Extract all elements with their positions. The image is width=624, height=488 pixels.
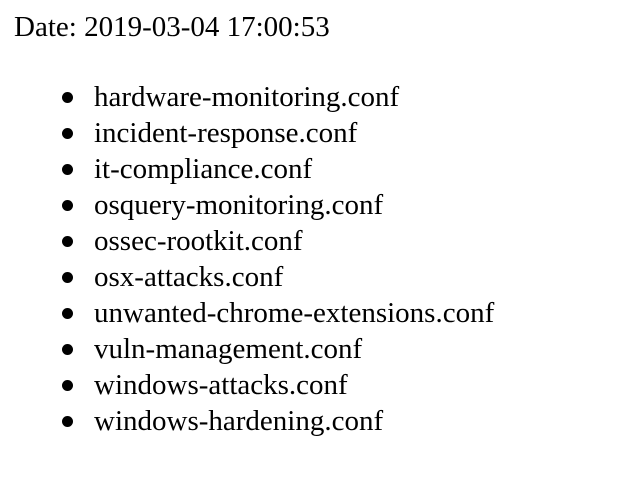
bullet-icon xyxy=(62,128,73,139)
file-list: hardware-monitoring.conf incident-respon… xyxy=(14,79,614,439)
bullet-icon xyxy=(62,272,73,283)
bullet-icon xyxy=(62,308,73,319)
date-label: Date: xyxy=(14,11,77,43)
list-item: windows-attacks.conf xyxy=(14,367,614,403)
file-name: unwanted-chrome-extensions.conf xyxy=(94,297,495,329)
page-content: Date: 2019-03-04 17:00:53 hardware-monit… xyxy=(14,10,614,439)
bullet-icon xyxy=(62,380,73,391)
list-item: ossec-rootkit.conf xyxy=(14,223,614,259)
bullet-icon xyxy=(62,92,73,103)
list-item: windows-hardening.conf xyxy=(14,403,614,439)
bullet-icon xyxy=(62,416,73,427)
list-item: incident-response.conf xyxy=(14,115,614,151)
file-name: ossec-rootkit.conf xyxy=(94,225,303,257)
list-item: it-compliance.conf xyxy=(14,151,614,187)
file-name: vuln-management.conf xyxy=(94,333,363,365)
bullet-icon xyxy=(62,236,73,247)
file-name: windows-hardening.conf xyxy=(94,405,384,437)
file-name: hardware-monitoring.conf xyxy=(94,81,400,113)
file-name: osx-attacks.conf xyxy=(94,261,284,293)
file-name: it-compliance.conf xyxy=(94,153,313,185)
bullet-icon xyxy=(62,164,73,175)
bullet-icon xyxy=(62,200,73,211)
date-value: 2019-03-04 17:00:53 xyxy=(84,11,330,43)
file-name: osquery-monitoring.conf xyxy=(94,189,384,221)
date-line: Date: 2019-03-04 17:00:53 xyxy=(14,10,614,44)
bullet-icon xyxy=(62,344,73,355)
file-name: incident-response.conf xyxy=(94,117,358,149)
list-item: vuln-management.conf xyxy=(14,331,614,367)
list-item: hardware-monitoring.conf xyxy=(14,79,614,115)
file-name: windows-attacks.conf xyxy=(94,369,348,401)
list-item: osquery-monitoring.conf xyxy=(14,187,614,223)
list-item: osx-attacks.conf xyxy=(14,259,614,295)
list-item: unwanted-chrome-extensions.conf xyxy=(14,295,614,331)
